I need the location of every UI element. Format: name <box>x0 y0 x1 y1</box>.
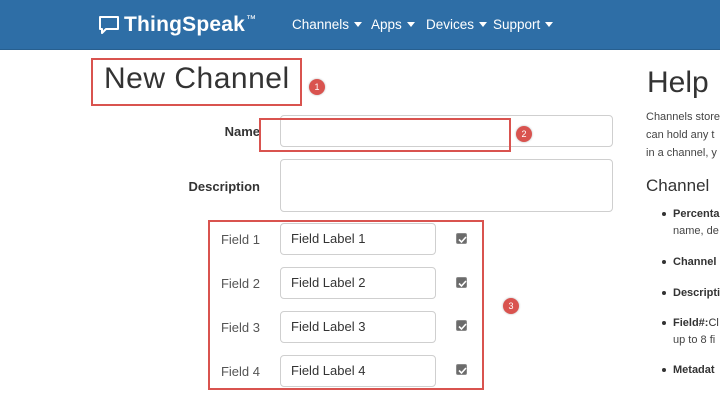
field-3-checkbox[interactable] <box>456 320 467 331</box>
bullet-dot <box>662 368 666 372</box>
field-1-checkbox[interactable] <box>456 233 467 244</box>
name-label: Name <box>224 124 260 139</box>
help-title: Help <box>647 66 709 99</box>
help-intro-line: Channels store <box>646 111 720 123</box>
description-label: Description <box>188 179 260 194</box>
checkmark-icon <box>458 323 467 331</box>
bullet-dot <box>662 321 666 325</box>
help-bullet: Channel <box>662 256 716 268</box>
nav-channels-label: Channels <box>292 17 350 32</box>
help-bullet-term: Field#: <box>673 317 709 329</box>
description-textarea[interactable] <box>280 159 613 212</box>
annotation-badge-1: 1 <box>309 79 325 95</box>
brand-logo[interactable]: ThingSpeak ™ <box>98 12 256 38</box>
help-intro-line: in a channel, y <box>646 147 717 159</box>
annotation-badge-2: 2 <box>516 126 532 142</box>
annotation-badge-3: 3 <box>503 298 519 314</box>
field-3-input[interactable]: Field Label 3 <box>280 311 436 343</box>
nav-apps-label: Apps <box>371 17 402 32</box>
caret-down-icon <box>354 22 363 27</box>
caret-down-icon <box>479 22 488 27</box>
caret-down-icon <box>406 22 415 27</box>
help-intro-line: can hold any t <box>646 129 715 141</box>
field-3-label: Field 3 <box>220 320 260 335</box>
help-bullet-text: Cl <box>708 317 719 329</box>
bullet-dot <box>662 212 666 216</box>
help-bullet-term: Percenta <box>673 208 720 220</box>
help-bullet-continuation: up to 8 fi <box>673 334 716 346</box>
nav-support-label: Support <box>493 17 541 32</box>
checkmark-icon <box>458 280 467 288</box>
field-4-label: Field 4 <box>220 364 260 379</box>
nav-support-menu[interactable]: Support <box>493 17 554 32</box>
help-bullet: Field#: Cl <box>662 317 719 329</box>
chat-bubble-icon <box>99 16 119 34</box>
field-4-checkbox[interactable] <box>456 364 467 375</box>
brand-name: ThingSpeak <box>124 13 246 36</box>
nav-channels-menu[interactable]: Channels <box>292 17 363 32</box>
field-2-input[interactable]: Field Label 2 <box>280 267 436 299</box>
caret-down-icon <box>545 22 554 27</box>
help-bullet: Descripti <box>662 287 720 299</box>
help-bullet-term: Metadat <box>673 364 715 376</box>
field-2-checkbox[interactable] <box>456 277 467 288</box>
help-bullet-continuation: name, de <box>673 225 719 237</box>
bullet-dot <box>662 260 666 264</box>
field-4-input[interactable]: Field Label 4 <box>280 355 436 387</box>
annotation-box-2 <box>259 118 511 152</box>
nav-apps-menu[interactable]: Apps <box>371 17 415 32</box>
help-bullet-term: Channel <box>673 256 717 268</box>
checkmark-icon <box>458 236 467 244</box>
bullet-dot <box>662 291 666 295</box>
help-bullet: Metadat <box>662 364 715 376</box>
annotation-box-1 <box>91 58 302 106</box>
top-navbar: ThingSpeak ™ Channels Apps Devices Suppo… <box>0 0 720 50</box>
help-bullet-term: Descripti <box>673 287 720 299</box>
nav-devices-menu[interactable]: Devices <box>426 17 488 32</box>
checkmark-icon <box>458 367 467 375</box>
field-1-label: Field 1 <box>220 232 260 247</box>
help-subtitle: Channel <box>646 176 710 195</box>
brand-trademark: ™ <box>246 14 257 25</box>
help-bullet: Percenta <box>662 208 719 220</box>
nav-devices-label: Devices <box>426 17 475 32</box>
field-1-input[interactable]: Field Label 1 <box>280 223 436 255</box>
field-2-label: Field 2 <box>220 276 260 291</box>
